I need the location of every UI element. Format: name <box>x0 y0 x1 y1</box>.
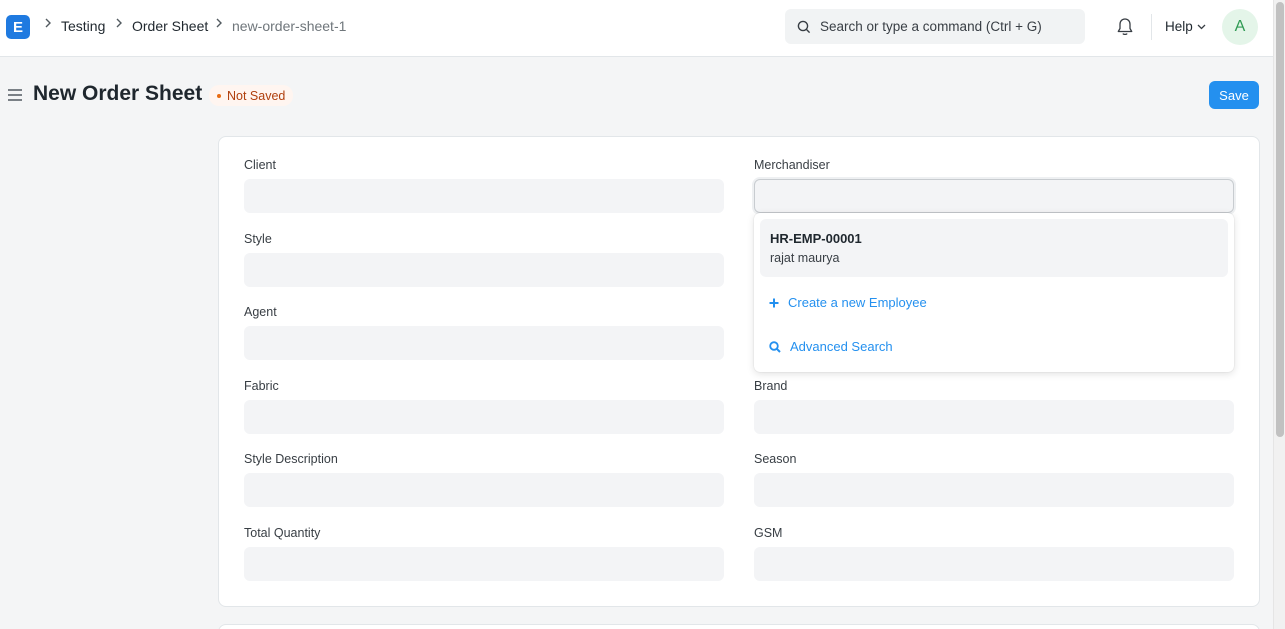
brand-label: Brand <box>754 379 788 393</box>
breadcrumb-current: new-order-sheet-1 <box>232 18 347 34</box>
navbar: E Testing Order Sheet new-order-sheet-1 … <box>0 0 1273 57</box>
avatar[interactable]: A <box>1222 9 1258 45</box>
status-dot <box>217 93 221 98</box>
page-title: New Order Sheet <box>33 82 203 105</box>
chevron-down-icon <box>1197 24 1206 29</box>
create-new-employee-label: Create a new Employee <box>788 295 927 310</box>
form-card-next-section <box>218 624 1260 629</box>
style-label: Style <box>244 232 272 246</box>
advanced-search-link[interactable]: Advanced Search <box>769 339 893 354</box>
breadcrumb-testing[interactable]: Testing <box>61 18 105 34</box>
app-logo-letter: E <box>12 18 23 36</box>
search-icon <box>769 340 781 353</box>
search-input[interactable] <box>820 19 1070 34</box>
style-description-field[interactable] <box>244 473 724 507</box>
chevron-right-icon <box>115 17 123 32</box>
style-field[interactable] <box>244 253 724 287</box>
help-menu[interactable]: Help <box>1165 19 1206 34</box>
brand-field[interactable] <box>754 400 1234 434</box>
fabric-field[interactable] <box>244 400 724 434</box>
advanced-search-label: Advanced Search <box>790 339 893 354</box>
total-quantity-label: Total Quantity <box>244 526 321 540</box>
merchandiser-field[interactable] <box>754 179 1234 213</box>
plus-icon <box>769 298 779 307</box>
status-badge: Not Saved <box>209 85 294 106</box>
dropdown-option-employee[interactable]: HR-EMP-00001 rajat maurya <box>760 219 1228 277</box>
chevron-right-icon <box>44 17 52 32</box>
merchandiser-dropdown: HR-EMP-00001 rajat maurya Create a new E… <box>754 213 1234 372</box>
client-field[interactable] <box>244 179 724 213</box>
search-bar[interactable] <box>785 9 1085 44</box>
help-label: Help <box>1165 19 1193 34</box>
fabric-label: Fabric <box>244 379 279 393</box>
breadcrumb-order-sheet[interactable]: Order Sheet <box>132 18 208 34</box>
scrollbar-thumb[interactable] <box>1276 2 1284 437</box>
agent-field[interactable] <box>244 326 724 360</box>
create-new-employee-link[interactable]: Create a new Employee <box>769 295 927 310</box>
nav-divider <box>1151 14 1152 40</box>
avatar-initial: A <box>1234 18 1246 35</box>
gsm-label: GSM <box>754 526 783 540</box>
status-text: Not Saved <box>227 88 286 103</box>
bell-icon[interactable] <box>1116 17 1134 42</box>
app-logo[interactable]: E <box>6 15 30 39</box>
menu-icon[interactable] <box>7 88 23 107</box>
season-field[interactable] <box>754 473 1234 507</box>
employee-name: rajat maurya <box>770 251 840 265</box>
merchandiser-label: Merchandiser <box>754 158 830 172</box>
gsm-field[interactable] <box>754 547 1234 581</box>
total-quantity-field[interactable] <box>244 547 724 581</box>
page-scrollbar[interactable] <box>1273 0 1285 629</box>
chevron-right-icon <box>215 17 223 32</box>
season-label: Season <box>754 452 797 466</box>
agent-label: Agent <box>244 305 277 319</box>
client-label: Client <box>244 158 276 172</box>
employee-id: HR-EMP-00001 <box>770 231 862 246</box>
save-button[interactable]: Save <box>1209 81 1259 109</box>
style-description-label: Style Description <box>244 452 338 466</box>
search-icon <box>797 20 811 33</box>
